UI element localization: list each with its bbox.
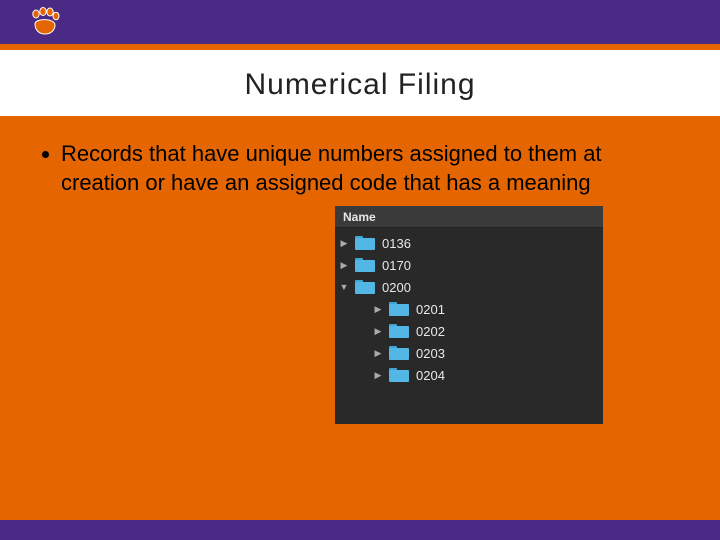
folder-row[interactable]: 0202: [335, 320, 603, 342]
folder-label: 0170: [382, 258, 411, 273]
chevron-down-icon[interactable]: [339, 282, 349, 293]
folder-icon: [389, 346, 409, 360]
folder-row[interactable]: 0204: [335, 364, 603, 386]
bullet-item: Records that have unique numbers assigne…: [42, 140, 678, 197]
header-bar: [0, 0, 720, 44]
chevron-right-icon[interactable]: [373, 304, 383, 315]
folder-icon: [355, 280, 375, 294]
folder-row[interactable]: 0170: [335, 254, 603, 276]
folder-icon: [355, 258, 375, 272]
finder-panel: Name 0136 0170 0200: [335, 206, 603, 424]
folder-label: 0202: [416, 324, 445, 339]
folder-row[interactable]: 0136: [335, 232, 603, 254]
folder-label: 0204: [416, 368, 445, 383]
chevron-right-icon[interactable]: [373, 348, 383, 359]
folder-icon: [389, 302, 409, 316]
folder-icon: [389, 368, 409, 382]
finder-column-header: Name: [335, 206, 603, 228]
slide-title: Numerical Filing: [0, 68, 720, 102]
folder-row[interactable]: 0201: [335, 298, 603, 320]
folder-label: 0203: [416, 346, 445, 361]
chevron-right-icon[interactable]: [339, 238, 349, 249]
chevron-right-icon[interactable]: [339, 260, 349, 271]
folder-row[interactable]: 0200: [335, 276, 603, 298]
paw-icon: [28, 7, 62, 37]
folder-label: 0201: [416, 302, 445, 317]
folder-icon: [355, 236, 375, 250]
bullet-text: Records that have unique numbers assigne…: [61, 140, 621, 197]
paw-logo: [28, 7, 62, 37]
folder-row[interactable]: 0203: [335, 342, 603, 364]
folder-label: 0200: [382, 280, 411, 295]
bullet-dot-icon: [42, 151, 49, 158]
folder-label: 0136: [382, 236, 411, 251]
content-area: Records that have unique numbers assigne…: [0, 116, 720, 516]
chevron-right-icon[interactable]: [373, 370, 383, 381]
title-area: Numerical Filing: [0, 50, 720, 116]
chevron-right-icon[interactable]: [373, 326, 383, 337]
footer-bar: [0, 520, 720, 540]
folder-icon: [389, 324, 409, 338]
slide: Numerical Filing Records that have uniqu…: [0, 0, 720, 540]
folder-tree: 0136 0170 0200 0201: [335, 228, 603, 386]
